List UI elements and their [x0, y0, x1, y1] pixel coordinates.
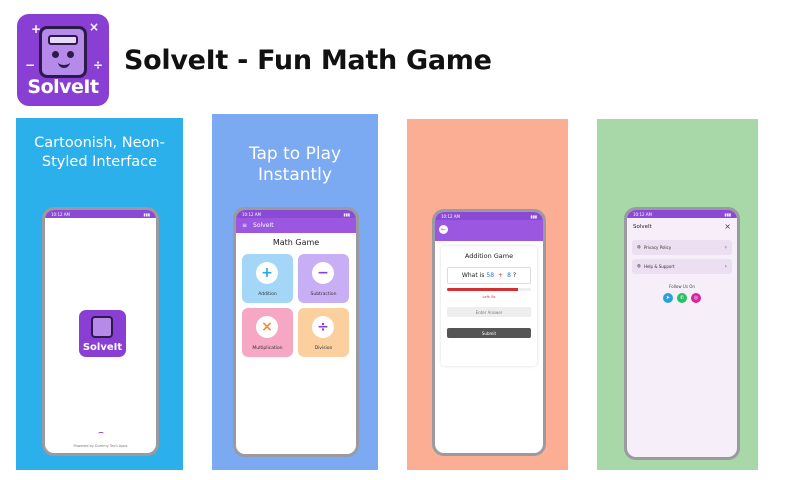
timer-fill: [447, 288, 519, 291]
loading-indicator: [98, 432, 104, 435]
times-icon: ×: [256, 316, 278, 338]
drawer-title: SolveIt: [633, 224, 652, 230]
status-time: 10:12 AM: [633, 211, 652, 217]
whatsapp-icon[interactable]: ✆: [677, 293, 687, 303]
caption-line: Styled Interface: [41, 154, 158, 170]
splash-logo: SolveIt: [79, 310, 126, 357]
status-time: 10:12 AM: [51, 211, 70, 217]
phone-mockup: 10:12 AM ▮▮▮ SolveIt × ◍ Privacy Policy …: [624, 207, 740, 460]
app-logo: + × − ÷ SolveIt: [17, 14, 109, 106]
submit-button[interactable]: Submit: [447, 328, 531, 338]
tile-addition[interactable]: + Addition: [242, 254, 293, 303]
screenshot-panel-drawer: 10:12 AM ▮▮▮ SolveIt × ◍ Privacy Policy …: [597, 119, 758, 470]
menu-icon[interactable]: ≡: [242, 222, 247, 229]
app-bar: ←: [435, 220, 543, 241]
panel-caption: Tap to Play Instantly: [212, 144, 378, 186]
status-bar: 10:12 AM ▮▮▮: [435, 212, 543, 220]
game-grid: + Addition − Subtraction × Multiplicatio…: [242, 254, 350, 357]
battery-icon: ▮▮▮: [143, 211, 150, 217]
close-icon[interactable]: ×: [724, 222, 731, 231]
appbar-title: SolveIt: [253, 222, 274, 229]
tile-label: Division: [314, 346, 333, 351]
battery-icon: ▮▮▮: [530, 213, 537, 219]
question-prefix: What is: [461, 272, 485, 279]
menu-item-label: Help & Support: [643, 264, 675, 269]
social-links: ➤ ✆ ◎: [627, 293, 737, 303]
status-bar: 10:12 AM ▮▮▮: [236, 210, 356, 218]
logo-wordmark: SolveIt: [27, 76, 99, 98]
caption-line: Instantly: [258, 165, 332, 185]
chevron-right-icon: ›: [724, 263, 727, 270]
drawer-header: SolveIt ×: [627, 218, 737, 236]
phone-mockup: 10:12 AM ▮▮▮ ← Addition Game What is 58 …: [432, 209, 546, 456]
question-suffix: ?: [512, 272, 517, 279]
help-icon: ◍: [637, 264, 641, 269]
screenshot-panel-menu: Tap to Play Instantly 10:12 AM ▮▮▮ ≡ Sol…: [212, 114, 378, 470]
panel-caption: Cartoonish, Neon- Styled Interface: [16, 134, 183, 172]
caption-line: Cartoonish, Neon-: [34, 135, 165, 151]
time-left: Left: 8s: [482, 295, 496, 299]
follow-label: Follow Us On: [669, 284, 695, 289]
minus-icon: −: [312, 262, 334, 284]
back-arrow-icon[interactable]: ←: [439, 225, 448, 234]
screen-title: Addition Game: [464, 252, 514, 260]
screenshot-panel-game: 10:12 AM ▮▮▮ ← Addition Game What is 58 …: [407, 119, 568, 470]
tile-label: Multiplication: [252, 346, 283, 351]
operator: +: [498, 272, 504, 279]
question-box: What is 58 + 8 ?: [447, 267, 531, 284]
times-icon: ×: [89, 20, 100, 34]
caption-line: Tap to Play: [248, 144, 342, 164]
divide-icon: ÷: [93, 58, 104, 72]
menu-item-privacy-policy[interactable]: ◍ Privacy Policy ›: [632, 240, 732, 255]
calculator-mascot-icon: [39, 26, 87, 78]
battery-icon: ▮▮▮: [343, 211, 350, 217]
screenshot-panel-splash: Cartoonish, Neon- Styled Interface 10:12…: [16, 118, 183, 470]
plus-icon: +: [256, 262, 278, 284]
timer-bar: [447, 288, 531, 291]
instagram-icon[interactable]: ◎: [691, 293, 701, 303]
tile-multiplication[interactable]: × Multiplication: [242, 308, 293, 357]
telegram-icon[interactable]: ➤: [663, 293, 673, 303]
splash-wordmark: SolveIt: [82, 342, 123, 353]
status-time: 10:12 AM: [441, 213, 460, 219]
page-title: SolveIt - Fun Math Game: [124, 45, 492, 76]
chevron-right-icon: ›: [724, 244, 727, 251]
menu-item-help-support[interactable]: ◍ Help & Support ›: [632, 259, 732, 274]
divide-icon: ÷: [312, 316, 334, 338]
tile-label: Subtraction: [310, 292, 337, 297]
question-card: Addition Game What is 58 + 8 ? Left: 8s …: [441, 246, 537, 366]
operand-a: 58: [486, 272, 495, 279]
tile-subtraction[interactable]: − Subtraction: [298, 254, 349, 303]
screen-title: Math Game: [272, 238, 320, 247]
calculator-mascot-icon: [91, 316, 113, 338]
status-bar: 10:12 AM ▮▮▮: [627, 210, 737, 218]
menu-item-label: Privacy Policy: [643, 245, 672, 250]
status-bar: 10:12 AM ▮▮▮: [45, 210, 156, 218]
phone-mockup: 10:12 AM ▮▮▮ ≡ SolveIt Math Game + Addit…: [233, 207, 359, 457]
minus-icon: −: [25, 58, 36, 72]
shield-icon: ◍: [637, 245, 641, 250]
operand-b: 8: [507, 272, 511, 279]
battery-icon: ▮▮▮: [724, 211, 731, 217]
tile-label: Addition: [258, 292, 277, 297]
phone-mockup: 10:12 AM ▮▮▮ SolveIt Powered by Dummy Te…: [42, 207, 159, 456]
splash-footer: Powered by Dummy Tech Apps: [73, 444, 128, 448]
app-bar: ≡ SolveIt: [236, 218, 356, 233]
status-time: 10:12 AM: [242, 211, 261, 217]
tile-division[interactable]: ÷ Division: [298, 308, 349, 357]
answer-input[interactable]: Enter Answer: [447, 307, 531, 317]
